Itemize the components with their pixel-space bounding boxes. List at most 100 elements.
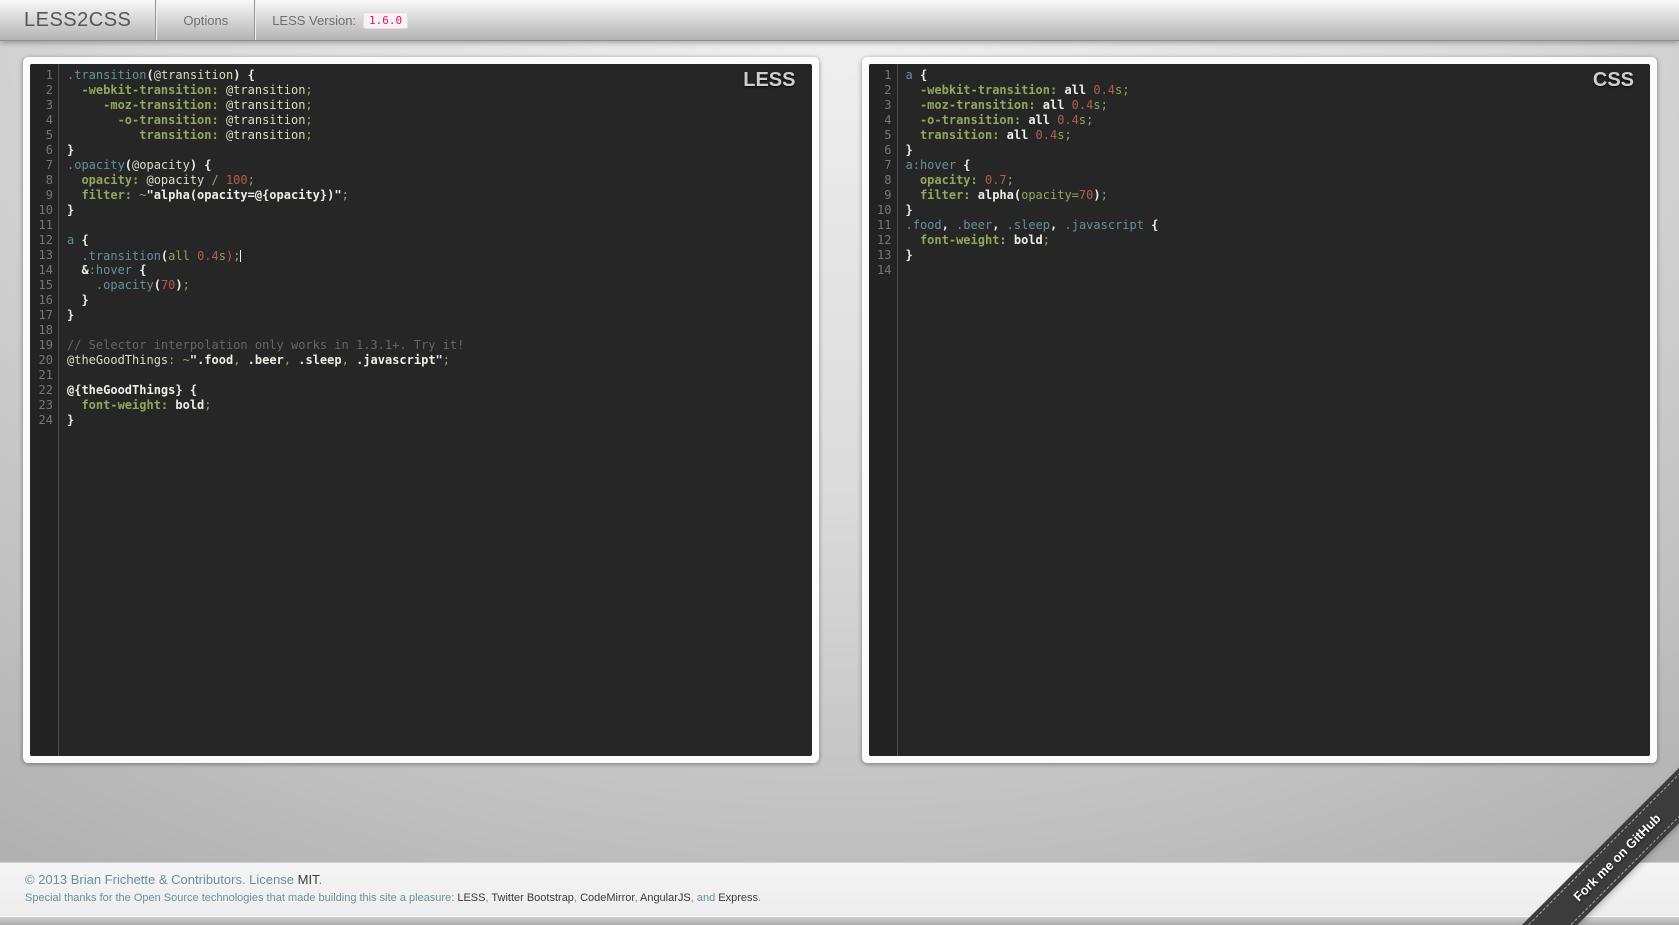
line-number: 20 <box>38 353 53 367</box>
line-number: 1 <box>884 68 892 82</box>
code-line[interactable]: &:hover { <box>67 263 812 278</box>
line-number: 6 <box>884 143 892 157</box>
less-version-indicator: LESS Version: 1.6.0 <box>256 0 424 40</box>
code-line[interactable]: font-weight: bold; <box>67 398 812 413</box>
code-line[interactable]: filter: ~"alpha(opacity=@{opacity})"; <box>67 188 812 203</box>
navbar: LESS2CSS Options LESS Version: 1.6.0 <box>0 0 1679 41</box>
code-line[interactable]: .transition(@transition) { <box>67 68 812 83</box>
line-number: 2 <box>45 83 53 97</box>
line-number: 11 <box>877 218 892 232</box>
code-line[interactable] <box>67 218 812 233</box>
code-line[interactable]: } <box>906 203 1651 218</box>
code-line[interactable]: @{theGoodThings} { <box>67 383 812 398</box>
code-line[interactable]: .transition(all 0.4s); <box>67 248 812 263</box>
line-number: 24 <box>38 413 53 427</box>
code-line[interactable]: } <box>67 308 812 323</box>
footer-link[interactable]: LESS <box>457 892 485 904</box>
less-line-numbers: 1 2 3 4 5 6 7 8 9 10 11 12 13 14 15 16 17 18 19 20 21 22 23 24 <box>30 64 59 756</box>
code-line[interactable]: @theGoodThings: ~".food, .beer, .sleep, … <box>67 353 812 368</box>
less-version-badge: 1.6.0 <box>363 11 409 29</box>
code-line[interactable]: opacity: @opacity / 100; <box>67 173 812 188</box>
less-version-label: LESS Version: <box>272 12 357 28</box>
bottom-strip <box>0 916 1679 925</box>
less-panel: LESS 1 2 3 4 5 6 7 8 9 10 11 12 13 14 15 16 17 18 19 20 21 22… <box>23 57 819 763</box>
code-line[interactable]: a:hover { <box>906 158 1651 173</box>
less-panel-label: LESS <box>743 69 796 91</box>
line-number: 4 <box>884 113 892 127</box>
line-number: 1 <box>45 68 53 82</box>
line-number: 7 <box>45 158 53 172</box>
line-number: 17 <box>38 308 53 322</box>
line-number: 9 <box>884 188 892 202</box>
css-panel: CSS 1 2 3 4 5 6 7 8 9 10 11 12 13 14 a { -webkit-tran… <box>861 57 1657 763</box>
line-number: 2 <box>884 83 892 97</box>
line-number: 3 <box>884 98 892 112</box>
code-line[interactable]: } <box>906 248 1651 263</box>
code-line[interactable]: transition: @transition; <box>67 128 812 143</box>
less-code-area[interactable]: .transition(@transition) { -webkit-trans… <box>59 64 812 756</box>
line-number: 8 <box>45 173 53 187</box>
line-number: 3 <box>45 98 53 112</box>
code-line[interactable]: transition: all 0.4s; <box>906 128 1651 143</box>
line-number: 12 <box>877 233 892 247</box>
code-line[interactable]: } <box>906 143 1651 158</box>
code-line[interactable]: a { <box>67 233 812 248</box>
code-line[interactable]: -moz-transition: all 0.4s; <box>906 98 1651 113</box>
code-line[interactable]: -o-transition: @transition; <box>67 113 812 128</box>
code-line[interactable]: -webkit-transition: all 0.4s; <box>906 83 1651 98</box>
line-number: 5 <box>45 128 53 142</box>
code-line[interactable]: filter: alpha(opacity=70); <box>906 188 1651 203</box>
line-number: 12 <box>38 233 53 247</box>
line-number: 4 <box>45 113 53 127</box>
thanks-line: Special thanks for the Open Source techn… <box>25 892 762 904</box>
code-line[interactable]: } <box>67 413 812 428</box>
app-brand[interactable]: LESS2CSS <box>0 0 155 40</box>
footer: © 2013 Brian Frichette & Contributors. L… <box>0 862 1679 916</box>
css-line-numbers: 1 2 3 4 5 6 7 8 9 10 11 12 13 14 <box>868 64 898 756</box>
line-number: 7 <box>884 158 892 172</box>
line-number: 5 <box>884 128 892 142</box>
footer-link[interactable]: Express <box>718 892 758 904</box>
footer-link[interactable]: AngularJS <box>640 892 691 904</box>
footer-link[interactable]: MIT <box>298 872 319 887</box>
line-number: 13 <box>877 248 892 262</box>
code-line[interactable]: -moz-transition: @transition; <box>67 98 812 113</box>
main-content: LESS 1 2 3 4 5 6 7 8 9 10 11 12 13 14 15 16 17 18 19 20 21 22… <box>0 41 1679 862</box>
line-number: 22 <box>38 383 53 397</box>
footer-link[interactable]: Twitter Bootstrap <box>491 892 574 904</box>
code-line[interactable]: .opacity(70); <box>67 278 812 293</box>
line-number: 13 <box>38 248 53 262</box>
line-number: 14 <box>877 263 892 277</box>
line-number: 8 <box>884 173 892 187</box>
code-line[interactable]: } <box>67 203 812 218</box>
code-line[interactable]: } <box>67 293 812 308</box>
line-number: 15 <box>38 278 53 292</box>
css-editor[interactable]: CSS 1 2 3 4 5 6 7 8 9 10 11 12 13 14 a { -webkit-tran… <box>868 64 1651 756</box>
code-line[interactable]: .food, .beer, .sleep, .javascript { <box>906 218 1651 233</box>
line-number: 11 <box>38 218 53 232</box>
code-line[interactable]: .opacity(@opacity) { <box>67 158 812 173</box>
code-line[interactable] <box>67 368 812 383</box>
line-number: 9 <box>45 188 53 202</box>
less-editor[interactable]: LESS 1 2 3 4 5 6 7 8 9 10 11 12 13 14 15 16 17 18 19 20 21 22… <box>30 64 812 756</box>
line-number: 6 <box>45 143 53 157</box>
line-number: 21 <box>38 368 53 382</box>
line-number: 23 <box>38 398 53 412</box>
code-line[interactable]: a { <box>906 68 1651 83</box>
footer-link[interactable]: CodeMirror <box>580 892 634 904</box>
options-menu[interactable]: Options <box>157 0 254 40</box>
code-line[interactable]: -o-transition: all 0.4s; <box>906 113 1651 128</box>
code-line[interactable]: } <box>67 143 812 158</box>
line-number: 14 <box>38 263 53 277</box>
code-line[interactable] <box>67 323 812 338</box>
css-panel-label: CSS <box>1592 69 1634 91</box>
code-line[interactable]: // Selector interpolation only works in … <box>67 338 812 353</box>
copyright-line: © 2013 Brian Frichette & Contributors. L… <box>25 872 323 887</box>
code-line[interactable]: -webkit-transition: @transition; <box>67 83 812 98</box>
code-line[interactable]: opacity: 0.7; <box>906 173 1651 188</box>
line-number: 10 <box>38 203 53 217</box>
line-number: 19 <box>38 338 53 352</box>
line-number: 18 <box>38 323 53 337</box>
code-line[interactable] <box>906 263 1651 278</box>
code-line[interactable]: font-weight: bold; <box>906 233 1651 248</box>
